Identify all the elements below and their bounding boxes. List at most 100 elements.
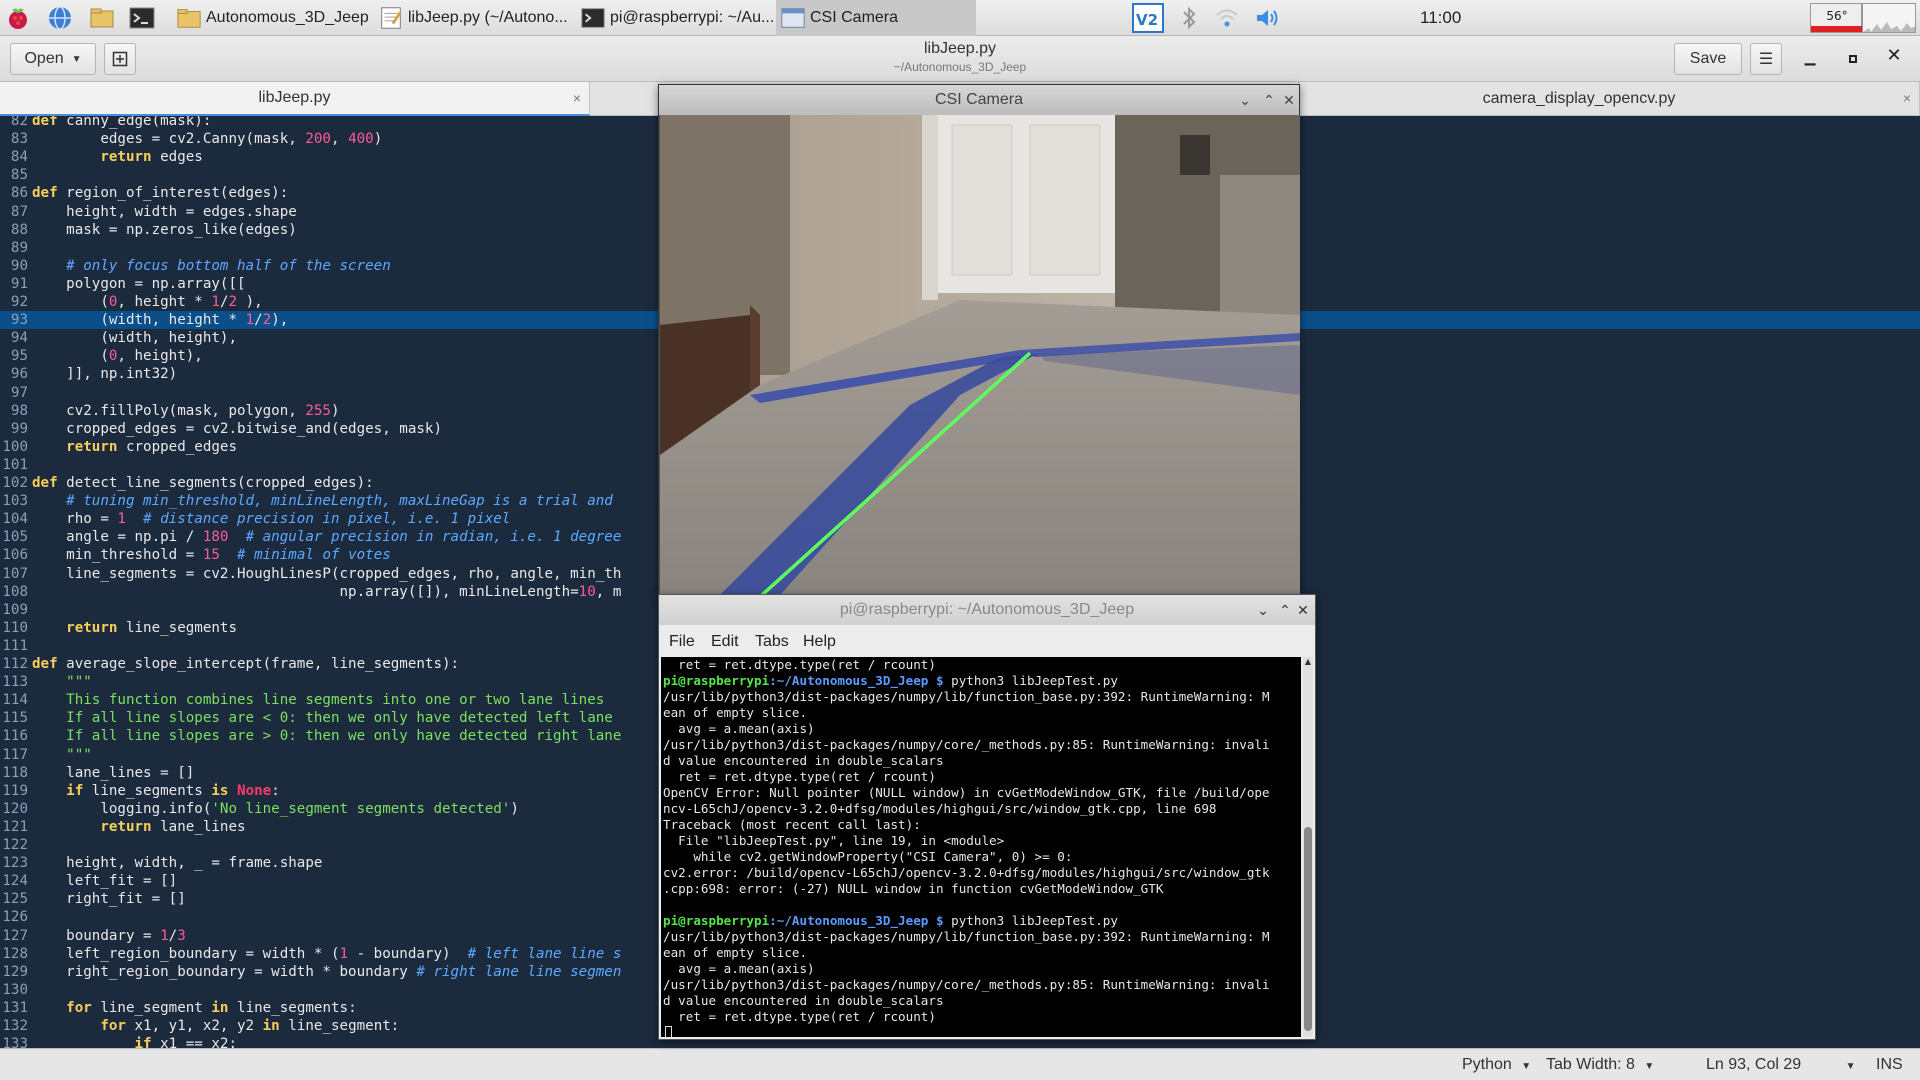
chevron-down-icon: ▼ [1644,1061,1655,1072]
tab-label: libJeep.py [258,89,331,106]
tab-width-label: Tab Width: 8 [1546,1056,1635,1073]
code-text: angle = np.pi / 180 # angular precision … [32,529,622,546]
chevron-up-icon[interactable]: ⌃ [1259,90,1279,110]
camera-window-title: CSI Camera [934,91,1024,108]
vnc-icon[interactable]: V2 [1132,0,1168,36]
prompt-command: python3 libJeepTest.py [943,673,1118,688]
code-text: cv2.fillPoly(mask, polygon, 255) [32,402,340,419]
code-text: def region_of_interest(edges): [32,185,289,202]
chevron-up-icon[interactable]: ⌃ [1275,600,1295,620]
raspberry-menu-icon[interactable] [4,0,40,36]
terminal-line: avg = a.mean(axis) [663,961,815,976]
line-number: 104 [2,511,28,528]
close-icon[interactable]: ✕ [1279,90,1299,110]
csi-camera-window: CSI Camera ⌄ ⌃ ✕ [658,84,1300,596]
terminal-line: avg = a.mean(axis) [663,721,815,736]
cpu-usage-monitor [1862,0,1918,36]
line-number: 89 [10,239,28,256]
code-text: height, width, _ = frame.shape [32,855,323,872]
chevron-down-icon: ▼ [1845,1061,1856,1072]
wifi-icon[interactable] [1214,0,1244,36]
line-number: 83 [10,131,28,148]
chevron-down-icon[interactable]: ⌄ [1253,600,1273,620]
code-text: height, width = edges.shape [32,203,297,220]
camera-window-icon [781,8,805,28]
code-text: rho = 1 # distance precision in pixel, i… [32,511,511,528]
terminal-window-title: pi@raspberrypi: ~/Autonomous_3D_Jeep [839,601,1135,618]
menu-edit[interactable]: Edit [711,633,739,651]
terminal-line: d value encountered in double_scalars [663,993,944,1008]
scrollbar-thumb[interactable] [1304,827,1312,1031]
terminal-line: ean of empty slice. [663,945,808,960]
tab-close-icon[interactable]: × [573,90,581,106]
taskbar-item-csi-camera[interactable]: CSI Camera [776,0,976,36]
code-text: """ [66,674,92,691]
line-number: 109 [2,601,28,618]
taskbar-item-terminal[interactable]: pi@raspberrypi: ~/Au... [576,0,774,36]
code-text: return edges [100,149,203,166]
close-icon[interactable]: ✕ [1883,45,1905,67]
code-text: if line_segments is None: [66,782,280,799]
line-number: 93 [10,312,28,329]
clock[interactable]: 11:00 [1420,0,1461,36]
language-selector[interactable]: Python ▼ [1462,1056,1531,1074]
chevron-down-icon[interactable]: ⌄ [1235,90,1255,110]
line-number: 133 [2,1036,28,1048]
menu-help[interactable]: Help [803,633,836,651]
line-number: 86 [10,185,28,202]
volume-icon[interactable] [1254,0,1284,36]
tab-close-icon[interactable]: × [1903,90,1911,106]
taskbar-item-label: libJeep.py (~/Autono... [408,9,568,26]
terminal-line: Traceback (most recent call last): [663,817,921,832]
line-number: 88 [10,221,28,238]
line-number: 110 [2,619,28,636]
save-button[interactable]: Save [1674,43,1742,75]
web-browser-icon[interactable] [46,0,82,36]
terminal-icon [581,8,605,28]
tab-camera-display[interactable]: camera_display_opencv.py × [1298,82,1920,116]
terminal-line: /usr/lib/python3/dist-packages/numpy/cor… [663,737,1270,752]
camera-frame-image [660,115,1300,595]
terminal-launcher-icon[interactable] [128,0,164,36]
hamburger-menu-button[interactable]: ☰ [1750,43,1782,75]
code-text: min_threshold = 15 # minimal of votes [32,547,391,564]
terminal-line: File "libJeepTest.py", line 19, in <modu… [663,833,1005,848]
cpu-temp-monitor: 56° [1810,0,1866,36]
file-manager-icon[interactable] [88,0,124,36]
line-number: 101 [2,456,28,473]
line-number: 108 [2,583,28,600]
code-text: return cropped_edges [66,438,238,455]
line-number: 126 [2,909,28,926]
bluetooth-icon[interactable] [1180,0,1204,36]
cursor-position-selector[interactable]: Ln 93, Col 29 ▼ [1706,1056,1856,1074]
line-number: 87 [10,203,28,220]
line-number: 129 [2,963,28,980]
code-text: (0, height), [32,348,203,365]
code-text: for line_segment in line_segments: [66,999,357,1016]
save-button-label: Save [1689,50,1727,67]
scroll-up-icon[interactable]: ▲ [1303,657,1313,667]
code-text: def average_slope_intercept(frame, line_… [32,656,460,672]
camera-window-titlebar[interactable]: CSI Camera ⌄ ⌃ ✕ [659,85,1299,115]
tab-libjeep[interactable]: libJeep.py × [0,82,590,116]
tab-width-selector[interactable]: Tab Width: 8 ▼ [1546,1056,1654,1074]
terminal-line: d value encountered in double_scalars [663,753,944,768]
cursor-position-label: Ln 93, Col 29 [1706,1056,1802,1073]
terminal-window: pi@raspberrypi: ~/Autonomous_3D_Jeep ⌄ ⌃… [658,594,1316,1040]
code-text: return line_segments [66,619,238,636]
maximize-icon[interactable] [1843,48,1863,68]
line-number: 102 [2,475,28,491]
taskbar-item-file-manager[interactable]: Autonomous_3D_Jeep [172,0,368,36]
taskbar-item-text-editor[interactable]: libJeep.py (~/Autono... [374,0,574,36]
close-icon[interactable]: ✕ [1293,600,1313,620]
terminal-scrollbar[interactable]: ▲ [1303,657,1313,1037]
line-number: 92 [10,294,28,310]
terminal-line: /usr/lib/python3/dist-packages/numpy/lib… [663,689,1270,704]
taskbar-item-label: pi@raspberrypi: ~/Au... [610,9,774,26]
terminal-line: cv2.error: /build/opencv-L65chJ/opencv-3… [663,865,1270,880]
terminal-output[interactable]: ret = ret.dtype.type(ret / rcount) pi@ras… [661,657,1301,1037]
menu-file[interactable]: File [669,633,695,651]
minimize-icon[interactable]: ▁ [1800,50,1820,68]
menu-tabs[interactable]: Tabs [755,633,789,651]
terminal-titlebar[interactable]: pi@raspberrypi: ~/Autonomous_3D_Jeep ⌄ ⌃… [659,595,1315,625]
